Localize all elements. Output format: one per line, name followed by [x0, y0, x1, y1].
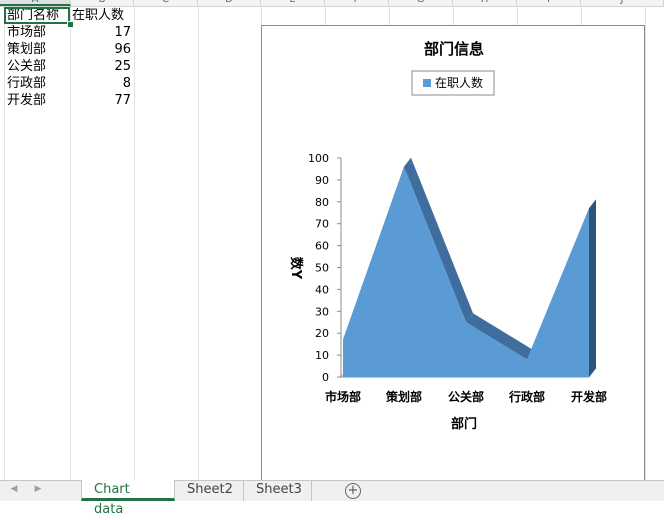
y-tick-label: 20: [315, 327, 329, 340]
scroll-right-arrow-icon[interactable]: ▶: [32, 484, 44, 494]
column-header-h[interactable]: H: [453, 0, 517, 6]
column-header-a[interactable]: A: [0, 0, 71, 6]
y-tick-label: 70: [315, 218, 329, 231]
cell-dept-name[interactable]: 策划部: [7, 41, 69, 58]
sheet-tab-sheet2[interactable]: Sheet2: [175, 480, 244, 501]
cell-dept-name[interactable]: 公关部: [7, 58, 69, 75]
x-category-label: 公关部: [448, 389, 484, 404]
chart-legend[interactable]: 在职人数: [411, 70, 495, 96]
y-tick-label: 80: [315, 196, 329, 209]
x-category-label: 行政部: [508, 389, 545, 404]
cell-b1[interactable]: 在职人数: [72, 7, 134, 24]
fill-handle[interactable]: [67, 21, 74, 28]
cell-dept-name[interactable]: 行政部: [7, 75, 69, 92]
column-header-c[interactable]: C: [134, 0, 198, 6]
series-end-face: [589, 199, 596, 377]
column-header-j[interactable]: J: [581, 0, 664, 6]
cell-headcount[interactable]: 8: [72, 75, 131, 92]
cell-dept-name[interactable]: 市场部: [7, 24, 69, 41]
y-tick-label: 50: [315, 262, 329, 275]
y-tick-label: 10: [315, 349, 329, 362]
sheet-tab-sheet3[interactable]: Sheet3: [244, 480, 312, 501]
y-tick-label: 30: [315, 305, 329, 318]
cell-headcount[interactable]: 77: [72, 92, 131, 109]
plot-area[interactable]: 0 10 20 30 40 50 60 70 80 90 100 市场部 策划部 公关部 行政部 开发部: [308, 152, 607, 404]
x-category-label: 市场部: [325, 389, 361, 404]
cell-dept-name[interactable]: 开发部: [7, 92, 69, 109]
chart-title[interactable]: 部门信息: [424, 40, 484, 58]
column-headers: A B C D E F G H I J: [0, 0, 664, 7]
series-area: [343, 166, 589, 377]
y-tick-label: 60: [315, 240, 329, 253]
column-header-i[interactable]: I: [517, 0, 581, 6]
x-axis-title: 部门: [451, 416, 477, 432]
column-header-d[interactable]: D: [198, 0, 261, 6]
cell-headcount[interactable]: 17: [72, 24, 131, 41]
scroll-left-arrow-icon[interactable]: ◀: [8, 484, 20, 494]
x-category-label: 开发部: [571, 389, 607, 404]
header-row: 部门名称 在职人数: [0, 7, 664, 24]
y-tick-label: 100: [308, 152, 329, 165]
column-header-e[interactable]: E: [261, 0, 325, 6]
column-header-b[interactable]: B: [71, 0, 134, 6]
column-header-f[interactable]: F: [325, 0, 389, 6]
cell-headcount[interactable]: 96: [72, 41, 131, 58]
cell-headcount[interactable]: 25: [72, 58, 131, 75]
x-category-label: 策划部: [386, 389, 422, 404]
y-tick-label: 0: [322, 371, 329, 384]
y-tick-label: 40: [315, 283, 329, 296]
chart-canvas: 部门信息 在职人数 0 10 20 30 40 50 60 70 80 90 100 市场部 策划部 公关…: [288, 40, 607, 432]
column-header-g[interactable]: G: [389, 0, 453, 6]
y-tick-label: 90: [315, 174, 329, 187]
legend-label: 在职人数: [435, 75, 483, 90]
sheet-tab-chart-data[interactable]: Chart data: [81, 480, 175, 517]
y-axis-title: 数Y: [288, 257, 304, 280]
active-cell-selection[interactable]: [4, 7, 70, 24]
sheet-tab-bar: ◀ ▶ Chart data Sheet2 Sheet3 +: [0, 480, 664, 517]
area-chart[interactable]: 部门信息 在职人数 0 10 20 30 40 50 60 70 80 90 100 市场部 策划部 公关…: [261, 25, 645, 485]
legend-swatch: [423, 79, 431, 87]
add-sheet-icon[interactable]: +: [345, 483, 361, 499]
